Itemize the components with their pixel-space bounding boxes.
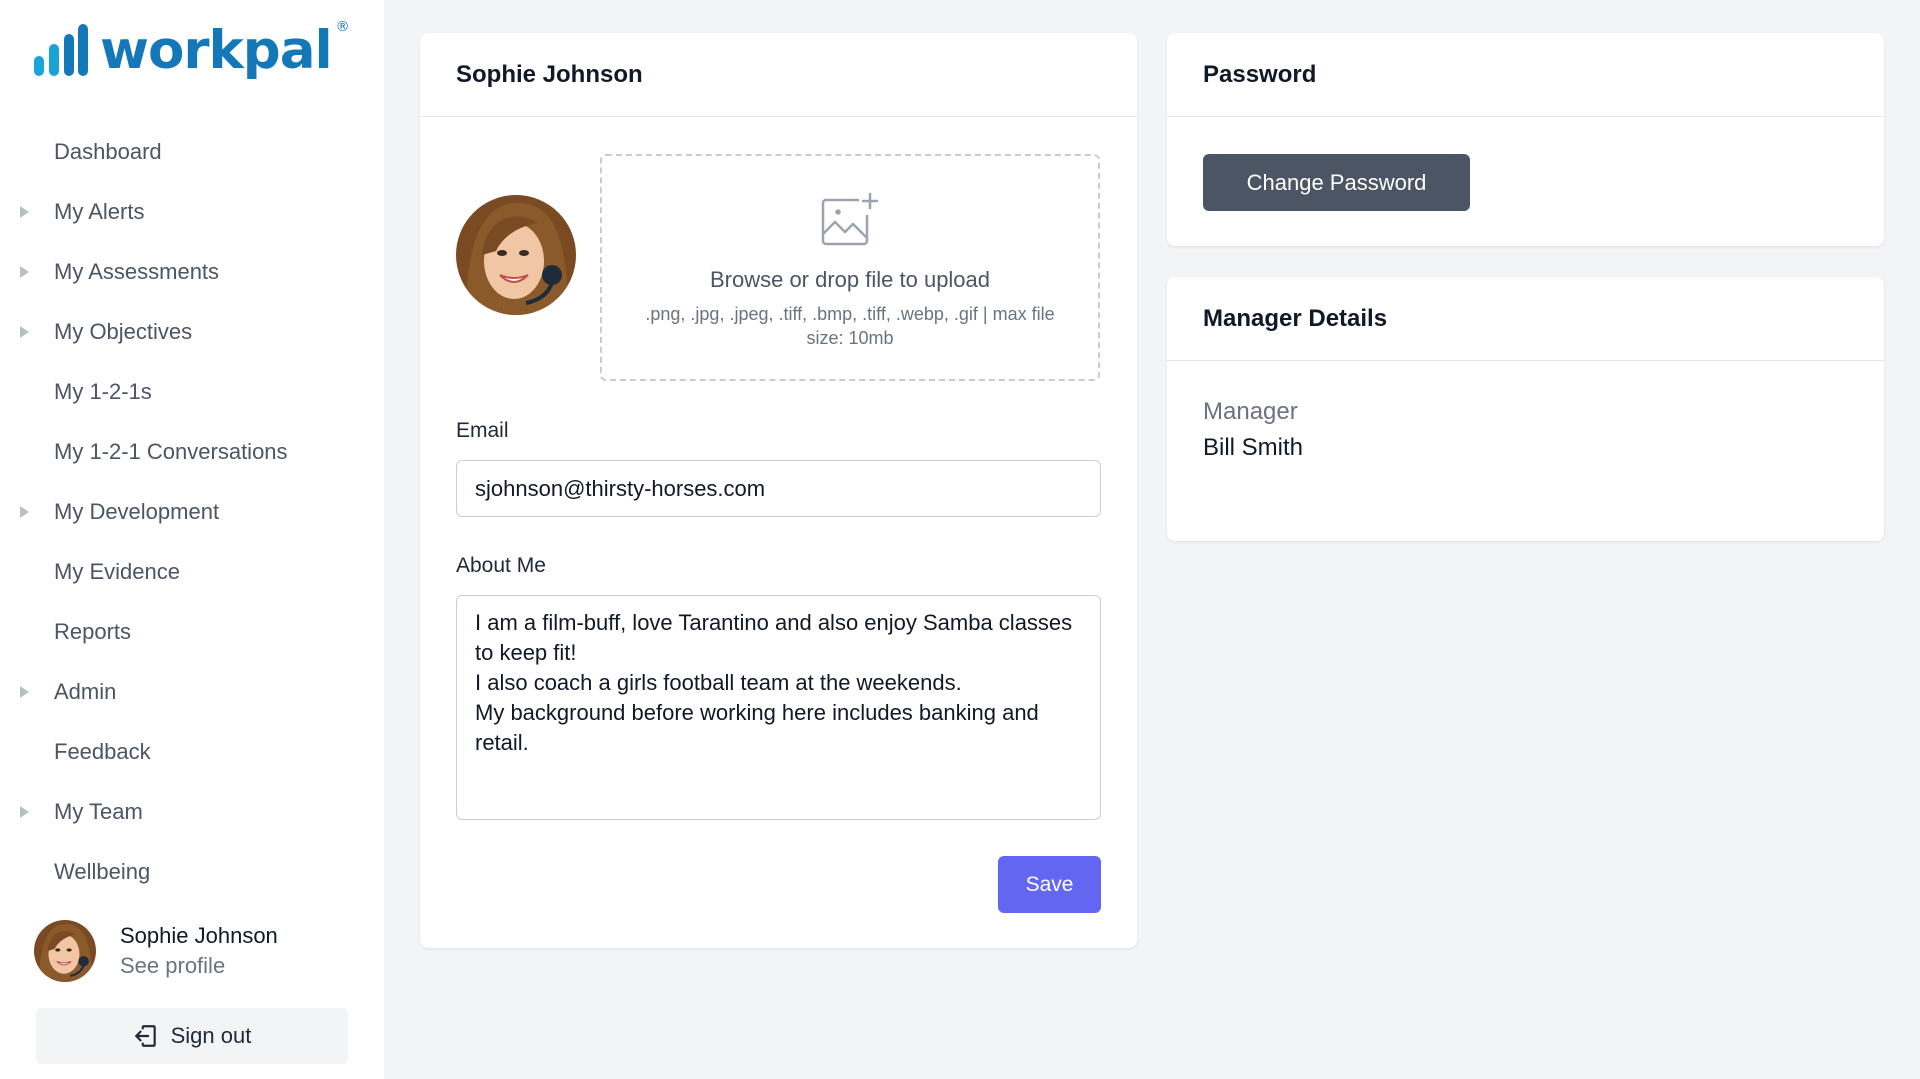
user-card[interactable]: Sophie Johnson See profile xyxy=(34,920,278,982)
sidebar-item-my-evidence[interactable]: My Evidence xyxy=(0,542,384,602)
sidebar-item-label: Wellbeing xyxy=(54,859,151,884)
sidebar-item-label: Feedback xyxy=(54,739,151,764)
email-label: Email xyxy=(456,419,509,442)
sidebar-item-label: My Evidence xyxy=(54,559,180,584)
sidebar-item-feedback[interactable]: Feedback xyxy=(0,722,384,782)
sidebar-item-my-1-2-1-conversations[interactable]: My 1-2-1 Conversations xyxy=(0,422,384,482)
password-title: Password xyxy=(1167,33,1884,117)
sidebar-item-label: My Assessments xyxy=(54,259,220,284)
sidebar-item-label: Dashboard xyxy=(54,139,162,164)
sidebar-item-label: My 1-2-1 Conversations xyxy=(54,439,288,464)
sidebar-item-my-development[interactable]: My Development xyxy=(0,482,384,542)
sidebar: workpal ® Dashboard My Alerts My Assessmen… xyxy=(0,0,384,1079)
sidebar-item-reports[interactable]: Reports xyxy=(0,602,384,662)
change-password-button[interactable]: Change Password xyxy=(1203,154,1470,211)
manager-details-card: Manager Details Manager Bill Smith xyxy=(1167,277,1884,541)
sidebar-item-label: Admin xyxy=(54,679,117,704)
caret-right-icon[interactable] xyxy=(20,206,29,218)
sidebar-item-my-objectives[interactable]: My Objectives xyxy=(0,302,384,362)
manager-name: Bill Smith xyxy=(1203,434,1304,461)
sidebar-item-label: My Development xyxy=(54,499,220,524)
brand-name: workpal ® xyxy=(100,18,350,81)
caret-right-icon[interactable] xyxy=(20,686,29,698)
password-card: Password Change Password xyxy=(1167,33,1884,246)
registered-mark: ® xyxy=(335,18,350,35)
upload-title: Browse or drop file to upload xyxy=(709,267,991,292)
caret-right-icon[interactable] xyxy=(20,806,29,818)
save-button[interactable]: Save xyxy=(998,856,1101,913)
manager-details-title: Manager Details xyxy=(1167,277,1884,361)
sidebar-item-my-assessments[interactable]: My Assessments xyxy=(0,242,384,302)
avatar[interactable] xyxy=(34,920,96,982)
sidebar-item-my-alerts[interactable]: My Alerts xyxy=(0,182,384,242)
workpal-logo[interactable]: workpal ® xyxy=(34,18,350,81)
bar-chart-icon xyxy=(34,24,88,76)
see-profile-link[interactable]: See profile xyxy=(120,951,278,981)
caret-right-icon[interactable] xyxy=(20,266,29,278)
profile-card: Sophie Johnson Browse or drop file to up… xyxy=(420,33,1137,948)
sidebar-item-label: My 1-2-1s xyxy=(54,379,152,404)
sign-out-label: Sign out xyxy=(170,1023,252,1048)
sidebar-item-label: My Alerts xyxy=(54,199,145,224)
sign-out-icon xyxy=(134,1025,156,1047)
sign-out-button[interactable]: Sign out xyxy=(36,1008,348,1064)
sidebar-item-wellbeing[interactable]: Wellbeing xyxy=(0,842,384,902)
email-field[interactable] xyxy=(456,460,1101,517)
sidebar-item-label: My Team xyxy=(54,799,143,824)
sidebar-item-dashboard[interactable]: Dashboard xyxy=(0,122,384,182)
user-name: Sophie Johnson xyxy=(120,923,278,948)
file-upload-dropzone[interactable]: Browse or drop file to upload .png, .jpg… xyxy=(600,154,1100,381)
profile-photo xyxy=(456,195,576,315)
sidebar-item-label: My Objectives xyxy=(54,319,193,344)
sidebar-item-admin[interactable]: Admin xyxy=(0,662,384,722)
upload-hint: .png, .jpg, .jpeg, .tiff, .bmp, .tiff, .… xyxy=(645,304,1055,348)
caret-right-icon[interactable] xyxy=(20,326,29,338)
sidebar-item-my-1-2-1s[interactable]: My 1-2-1s xyxy=(0,362,384,422)
profile-title: Sophie Johnson xyxy=(420,33,1137,117)
manager-label: Manager xyxy=(1203,398,1298,425)
image-upload-icon xyxy=(821,192,879,246)
main-nav: Dashboard My Alerts My Assessments My Objec… xyxy=(0,122,384,902)
about-me-label: About Me xyxy=(456,554,546,577)
sidebar-item-label: Reports xyxy=(54,619,132,644)
caret-right-icon[interactable] xyxy=(20,506,29,518)
about-me-field[interactable] xyxy=(456,595,1101,820)
sidebar-item-my-team[interactable]: My Team xyxy=(0,782,384,842)
